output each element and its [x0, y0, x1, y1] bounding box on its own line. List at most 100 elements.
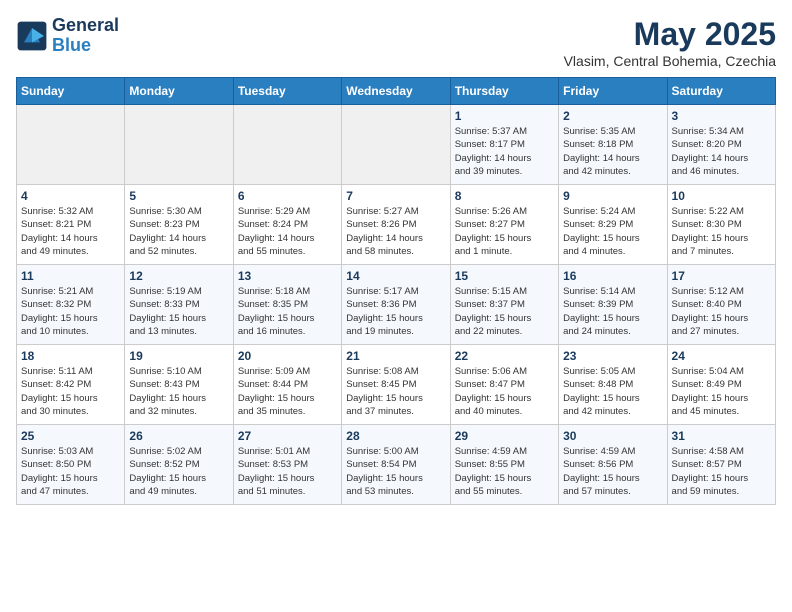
day-cell: 26 Sunrise: 5:02 AM Sunset: 8:52 PM Dayli… — [125, 425, 233, 505]
day-number: 7 — [346, 189, 445, 203]
day-info: Sunrise: 5:26 AM Sunset: 8:27 PM Dayligh… — [455, 205, 554, 258]
weekday-header-thursday: Thursday — [450, 78, 558, 105]
day-info: Sunrise: 5:22 AM Sunset: 8:30 PM Dayligh… — [672, 205, 771, 258]
day-number: 9 — [563, 189, 662, 203]
day-number: 4 — [21, 189, 120, 203]
logo-icon — [16, 20, 48, 52]
day-info: Sunrise: 5:03 AM Sunset: 8:50 PM Dayligh… — [21, 445, 120, 498]
day-cell: 13 Sunrise: 5:18 AM Sunset: 8:35 PM Dayli… — [233, 265, 341, 345]
page-header: General Blue May 2025 Vlasim, Central Bo… — [16, 16, 776, 69]
day-number: 16 — [563, 269, 662, 283]
day-cell — [17, 105, 125, 185]
week-row-1: 1Sunrise: 5:37 AM Sunset: 8:17 PM Daylig… — [17, 105, 776, 185]
day-cell: 2 Sunrise: 5:35 AM Sunset: 8:18 PM Daylig… — [559, 105, 667, 185]
day-number: 21 — [346, 349, 445, 363]
location: Vlasim, Central Bohemia, Czechia — [564, 53, 776, 69]
day-cell: 14 Sunrise: 5:17 AM Sunset: 8:36 PM Dayli… — [342, 265, 450, 345]
calendar-table: SundayMondayTuesdayWednesdayThursdayFrid… — [16, 77, 776, 505]
logo-line2: Blue — [52, 36, 119, 56]
day-cell — [342, 105, 450, 185]
day-number: 18 — [21, 349, 120, 363]
day-cell: 29 Sunrise: 4:59 AM Sunset: 8:55 PM Dayli… — [450, 425, 558, 505]
day-cell: 19Sunrise: 5:10 AM Sunset: 8:43 PM Dayli… — [125, 345, 233, 425]
month-title: May 2025 — [564, 16, 776, 53]
day-number: 22 — [455, 349, 554, 363]
week-row-4: 18 Sunrise: 5:11 AM Sunset: 8:42 PM Dayli… — [17, 345, 776, 425]
day-info: Sunrise: 5:27 AM Sunset: 8:26 PM Dayligh… — [346, 205, 445, 258]
day-number: 20 — [238, 349, 337, 363]
day-info: Sunrise: 5:18 AM Sunset: 8:35 PM Dayligh… — [238, 285, 337, 338]
day-number: 11 — [21, 269, 120, 283]
day-number: 5 — [129, 189, 228, 203]
day-cell: 30Sunrise: 4:59 AM Sunset: 8:56 PM Dayli… — [559, 425, 667, 505]
day-cell: 27 Sunrise: 5:01 AM Sunset: 8:53 PM Dayli… — [233, 425, 341, 505]
day-cell: 18 Sunrise: 5:11 AM Sunset: 8:42 PM Dayli… — [17, 345, 125, 425]
day-info: Sunrise: 5:35 AM Sunset: 8:18 PM Dayligh… — [563, 125, 662, 178]
day-cell: 17 Sunrise: 5:12 AM Sunset: 8:40 PM Dayli… — [667, 265, 775, 345]
day-info: Sunrise: 5:24 AM Sunset: 8:29 PM Dayligh… — [563, 205, 662, 258]
day-info: Sunrise: 5:09 AM Sunset: 8:44 PM Dayligh… — [238, 365, 337, 418]
day-cell: 25 Sunrise: 5:03 AM Sunset: 8:50 PM Dayli… — [17, 425, 125, 505]
day-number: 13 — [238, 269, 337, 283]
day-number: 28 — [346, 429, 445, 443]
day-cell: 1Sunrise: 5:37 AM Sunset: 8:17 PM Daylig… — [450, 105, 558, 185]
day-cell: 15 Sunrise: 5:15 AM Sunset: 8:37 PM Dayli… — [450, 265, 558, 345]
day-number: 27 — [238, 429, 337, 443]
day-number: 23 — [563, 349, 662, 363]
day-number: 12 — [129, 269, 228, 283]
day-info: Sunrise: 5:10 AM Sunset: 8:43 PM Dayligh… — [129, 365, 228, 418]
day-cell: 16 Sunrise: 5:14 AM Sunset: 8:39 PM Dayli… — [559, 265, 667, 345]
weekday-header-monday: Monday — [125, 78, 233, 105]
day-info: Sunrise: 5:34 AM Sunset: 8:20 PM Dayligh… — [672, 125, 771, 178]
day-info: Sunrise: 5:00 AM Sunset: 8:54 PM Dayligh… — [346, 445, 445, 498]
day-info: Sunrise: 5:12 AM Sunset: 8:40 PM Dayligh… — [672, 285, 771, 338]
day-cell: 8 Sunrise: 5:26 AM Sunset: 8:27 PM Daylig… — [450, 185, 558, 265]
day-number: 1 — [455, 109, 554, 123]
weekday-header-saturday: Saturday — [667, 78, 775, 105]
day-number: 30 — [563, 429, 662, 443]
day-info: Sunrise: 5:08 AM Sunset: 8:45 PM Dayligh… — [346, 365, 445, 418]
day-info: Sunrise: 5:30 AM Sunset: 8:23 PM Dayligh… — [129, 205, 228, 258]
day-number: 26 — [129, 429, 228, 443]
day-info: Sunrise: 5:11 AM Sunset: 8:42 PM Dayligh… — [21, 365, 120, 418]
day-number: 10 — [672, 189, 771, 203]
day-number: 17 — [672, 269, 771, 283]
day-info: Sunrise: 4:59 AM Sunset: 8:55 PM Dayligh… — [455, 445, 554, 498]
day-cell: 11 Sunrise: 5:21 AM Sunset: 8:32 PM Dayli… — [17, 265, 125, 345]
day-number: 2 — [563, 109, 662, 123]
day-cell: 10 Sunrise: 5:22 AM Sunset: 8:30 PM Dayli… — [667, 185, 775, 265]
day-number: 3 — [672, 109, 771, 123]
day-cell — [233, 105, 341, 185]
day-cell: 4Sunrise: 5:32 AM Sunset: 8:21 PM Daylig… — [17, 185, 125, 265]
day-number: 8 — [455, 189, 554, 203]
logo: General Blue — [16, 16, 119, 56]
day-info: Sunrise: 5:17 AM Sunset: 8:36 PM Dayligh… — [346, 285, 445, 338]
week-row-2: 4Sunrise: 5:32 AM Sunset: 8:21 PM Daylig… — [17, 185, 776, 265]
day-info: Sunrise: 5:14 AM Sunset: 8:39 PM Dayligh… — [563, 285, 662, 338]
day-number: 14 — [346, 269, 445, 283]
day-cell: 9 Sunrise: 5:24 AM Sunset: 8:29 PM Daylig… — [559, 185, 667, 265]
day-cell: 20 Sunrise: 5:09 AM Sunset: 8:44 PM Dayli… — [233, 345, 341, 425]
day-cell: 21 Sunrise: 5:08 AM Sunset: 8:45 PM Dayli… — [342, 345, 450, 425]
day-number: 31 — [672, 429, 771, 443]
day-cell: 3 Sunrise: 5:34 AM Sunset: 8:20 PM Daylig… — [667, 105, 775, 185]
day-info: Sunrise: 5:06 AM Sunset: 8:47 PM Dayligh… — [455, 365, 554, 418]
week-row-3: 11 Sunrise: 5:21 AM Sunset: 8:32 PM Dayli… — [17, 265, 776, 345]
day-cell: 7 Sunrise: 5:27 AM Sunset: 8:26 PM Daylig… — [342, 185, 450, 265]
day-cell: 23 Sunrise: 5:05 AM Sunset: 8:48 PM Dayli… — [559, 345, 667, 425]
week-row-5: 25 Sunrise: 5:03 AM Sunset: 8:50 PM Dayli… — [17, 425, 776, 505]
weekday-header-sunday: Sunday — [17, 78, 125, 105]
day-number: 29 — [455, 429, 554, 443]
day-info: Sunrise: 5:02 AM Sunset: 8:52 PM Dayligh… — [129, 445, 228, 498]
weekday-header-friday: Friday — [559, 78, 667, 105]
day-number: 15 — [455, 269, 554, 283]
day-number: 25 — [21, 429, 120, 443]
day-info: Sunrise: 5:15 AM Sunset: 8:37 PM Dayligh… — [455, 285, 554, 338]
day-info: Sunrise: 5:05 AM Sunset: 8:48 PM Dayligh… — [563, 365, 662, 418]
day-number: 6 — [238, 189, 337, 203]
day-cell: 31Sunrise: 4:58 AM Sunset: 8:57 PM Dayli… — [667, 425, 775, 505]
day-info: Sunrise: 5:01 AM Sunset: 8:53 PM Dayligh… — [238, 445, 337, 498]
day-info: Sunrise: 5:29 AM Sunset: 8:24 PM Dayligh… — [238, 205, 337, 258]
day-info: Sunrise: 5:21 AM Sunset: 8:32 PM Dayligh… — [21, 285, 120, 338]
day-cell: 24Sunrise: 5:04 AM Sunset: 8:49 PM Dayli… — [667, 345, 775, 425]
